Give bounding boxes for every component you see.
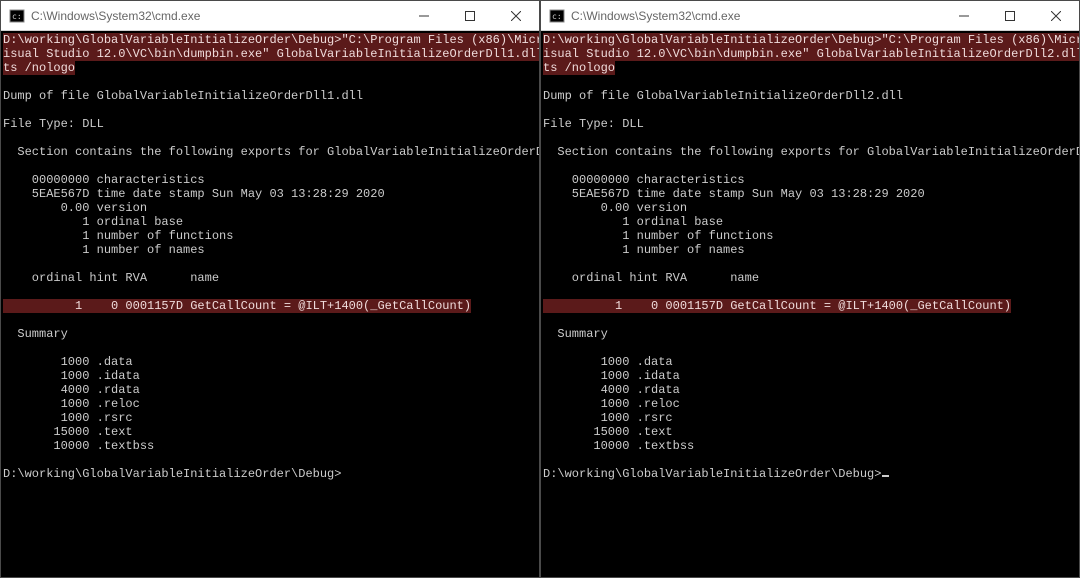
prompt: D:\working\GlobalVariableInitializeOrder…	[543, 467, 881, 481]
titlebar[interactable]: c: C:\Windows\System32\cmd.exe	[541, 1, 1079, 31]
cmd-window-left: c: C:\Windows\System32\cmd.exe D:\workin…	[0, 0, 540, 578]
blank	[543, 131, 550, 145]
blank	[543, 313, 550, 327]
minimize-button[interactable]	[941, 1, 987, 30]
command-line: D:\working\GlobalVariableInitializeOrder…	[543, 33, 1079, 75]
cmd-icon: c:	[9, 8, 25, 24]
dump-of-line: Dump of file GlobalVariableInitializeOrd…	[3, 89, 363, 103]
titlebar[interactable]: c: C:\Windows\System32\cmd.exe	[1, 1, 539, 31]
blank	[543, 257, 550, 271]
summary-label: Summary	[3, 327, 68, 341]
blank	[543, 341, 550, 355]
maximize-button[interactable]	[987, 1, 1033, 30]
blank	[3, 313, 10, 327]
blank	[3, 341, 10, 355]
file-type-line: File Type: DLL	[3, 117, 104, 131]
blank	[543, 285, 550, 299]
export-entry: 1 0 0001157D GetCallCount = @ILT+1400(_G…	[543, 299, 1011, 313]
blank	[543, 75, 550, 89]
dump-of-line: Dump of file GlobalVariableInitializeOrd…	[543, 89, 903, 103]
summary-block: 1000 .data 1000 .idata 4000 .rdata 1000 …	[543, 355, 694, 453]
blank	[3, 103, 10, 117]
prompt: D:\working\GlobalVariableInitializeOrder…	[3, 467, 341, 481]
close-button[interactable]	[493, 1, 539, 30]
characteristics-block: 00000000 characteristics 5EAE567D time d…	[3, 173, 385, 257]
blank	[543, 159, 550, 173]
window-controls	[941, 1, 1079, 30]
export-entry: 1 0 0001157D GetCallCount = @ILT+1400(_G…	[3, 299, 471, 313]
maximize-button[interactable]	[447, 1, 493, 30]
blank	[3, 257, 10, 271]
minimize-button[interactable]	[401, 1, 447, 30]
window-title: C:\Windows\System32\cmd.exe	[571, 9, 941, 23]
characteristics-block: 00000000 characteristics 5EAE567D time d…	[543, 173, 925, 257]
cursor	[882, 475, 889, 477]
cmd-window-right: c: C:\Windows\System32\cmd.exe D:\workin…	[540, 0, 1080, 578]
ordinal-header: ordinal hint RVA name	[3, 271, 219, 285]
summary-label: Summary	[543, 327, 608, 341]
ordinal-header: ordinal hint RVA name	[543, 271, 759, 285]
terminal-output[interactable]: D:\working\GlobalVariableInitializeOrder…	[541, 31, 1079, 577]
blank	[3, 159, 10, 173]
blank	[3, 453, 10, 467]
section-line: Section contains the following exports f…	[543, 145, 1079, 159]
blank	[3, 131, 10, 145]
window-title: C:\Windows\System32\cmd.exe	[31, 9, 401, 23]
cmd-icon: c:	[549, 8, 565, 24]
svg-text:c:: c:	[12, 12, 22, 21]
blank	[543, 453, 550, 467]
blank	[3, 75, 10, 89]
summary-block: 1000 .data 1000 .idata 4000 .rdata 1000 …	[3, 355, 154, 453]
blank	[3, 285, 10, 299]
terminal-output[interactable]: D:\working\GlobalVariableInitializeOrder…	[1, 31, 539, 577]
file-type-line: File Type: DLL	[543, 117, 644, 131]
close-button[interactable]	[1033, 1, 1079, 30]
section-line: Section contains the following exports f…	[3, 145, 539, 159]
window-controls	[401, 1, 539, 30]
svg-text:c:: c:	[552, 12, 562, 21]
command-line: D:\working\GlobalVariableInitializeOrder…	[3, 33, 539, 75]
blank	[543, 103, 550, 117]
